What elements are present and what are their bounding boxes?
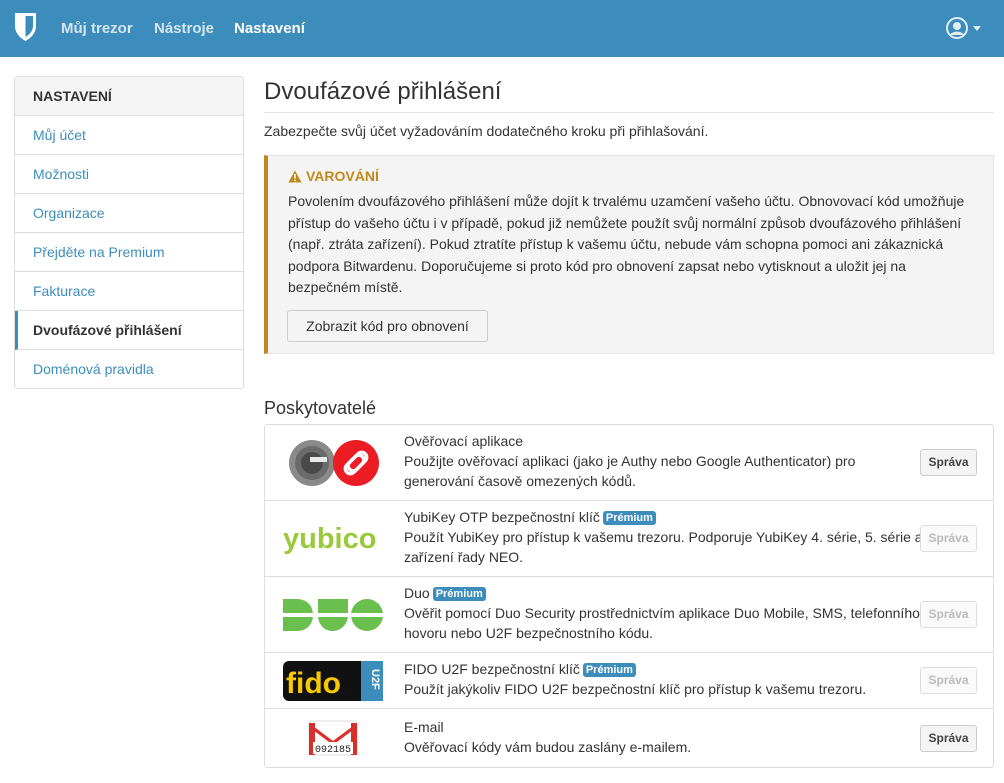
page-title: Dvoufázové přihlášení (264, 78, 502, 105)
premium-badge: Prémium (582, 663, 636, 677)
manage-duo-button[interactable]: Správa (920, 601, 977, 628)
premium-badge: Prémium (602, 511, 656, 525)
gmail-logo: 092185 (308, 720, 358, 756)
warning-title-text: VAROVÁNÍ (306, 168, 379, 184)
sidebar-item-my-account[interactable]: Můj účet (15, 116, 243, 155)
top-navbar: Můj trezor Nástroje Nastavení (0, 0, 1004, 57)
nav-link-tools[interactable]: Nástroje (154, 20, 214, 38)
warning-triangle-icon (288, 170, 302, 183)
provider-text: Duo Prémium Ověřit pomocí Duo Security pr… (404, 583, 924, 643)
provider-name: Duo (404, 585, 430, 601)
provider-description: Použít YubiKey pro přístup k vašemu trez… (404, 529, 923, 565)
provider-name: YubiKey OTP bezpečnostní klíč (404, 509, 600, 525)
title-divider (264, 112, 994, 113)
provider-name: Ověřovací aplikace (404, 433, 524, 449)
gmail-logo-code: 092185 (315, 745, 351, 756)
warning-callout: VAROVÁNÍ Povolením dvoufázového přihláše… (264, 155, 994, 354)
nav-link-my-vault[interactable]: Můj trezor (61, 20, 133, 38)
u2f-logo-text: U2F (369, 669, 381, 690)
duo-logo (283, 599, 383, 631)
yubico-logo-text: yubico (283, 523, 376, 555)
chevron-down-icon (973, 26, 981, 31)
providers-heading: Poskytovatelé (264, 398, 377, 418)
fido-logo-text: fido (286, 667, 341, 700)
provider-row-authenticator: Ověřovací aplikace Použijte ověřovací ap… (265, 425, 993, 501)
manage-yubikey-button[interactable]: Správa (920, 525, 977, 552)
sidebar-item-billing[interactable]: Fakturace (15, 272, 243, 311)
shield-icon[interactable] (14, 12, 37, 42)
sidebar-item-premium[interactable]: Přejděte na Premium (15, 233, 243, 272)
sidebar-item-two-step-login[interactable]: Dvoufázové přihlášení (15, 311, 243, 350)
warning-body: Povolením dvoufázového přihlášení může d… (288, 193, 965, 295)
provider-text: E-mail Ověřovací kódy vám budou zaslány … (404, 717, 924, 757)
authenticator-logo (289, 440, 379, 486)
provider-row-fido-u2f: fido U2F FIDO U2F bezpečnostní klíč Prémi… (265, 653, 993, 709)
provider-row-yubikey: yubico YubiKey OTP bezpečnostní klíč Prém… (265, 501, 993, 577)
provider-description: Použijte ověřovací aplikaci (jako je Aut… (404, 453, 856, 489)
user-menu[interactable] (946, 17, 986, 39)
fido-u2f-logo: fido U2F (283, 661, 383, 701)
provider-row-duo: Duo Prémium Ověřit pomocí Duo Security pr… (265, 577, 993, 653)
sidebar-heading: NASTAVENÍ (15, 77, 243, 116)
sidebar-item-domain-rules[interactable]: Doménová pravidla (15, 350, 243, 388)
sidebar-item-organizations[interactable]: Organizace (15, 194, 243, 233)
provider-name: E-mail (404, 719, 444, 735)
nav-link-settings[interactable]: Nastavení (234, 20, 305, 38)
provider-text: Ověřovací aplikace Použijte ověřovací ap… (404, 431, 924, 491)
user-circle-icon (946, 17, 968, 39)
page-description: Zabezpečte svůj účet vyžadováním dodateč… (264, 123, 709, 139)
manage-fido-u2f-button[interactable]: Správa (920, 667, 977, 694)
settings-sidebar: NASTAVENÍ Můj účet Možnosti Organizace P… (14, 76, 244, 389)
provider-description: Ověřovací kódy vám budou zaslány e-maile… (404, 739, 692, 755)
warning-title: VAROVÁNÍ (288, 167, 379, 185)
yubico-logo: yubico (283, 523, 376, 555)
premium-badge: Prémium (432, 587, 486, 601)
provider-name: FIDO U2F bezpečnostní klíč (404, 661, 580, 677)
provider-text: FIDO U2F bezpečnostní klíč Prémium Použít… (404, 659, 924, 699)
providers-list: Ověřovací aplikace Použijte ověřovací ap… (264, 424, 994, 768)
provider-description: Ověřit pomocí Duo Security prostřednictv… (404, 605, 920, 641)
view-recovery-code-button[interactable]: Zobrazit kód pro obnovení (287, 310, 488, 342)
provider-text: YubiKey OTP bezpečnostní klíč Prémium Pou… (404, 507, 924, 567)
manage-email-button[interactable]: Správa (920, 725, 977, 752)
manage-authenticator-button[interactable]: Správa (920, 449, 977, 476)
sidebar-item-options[interactable]: Možnosti (15, 155, 243, 194)
provider-description: Použít jakýkoliv FIDO U2F bezpečnostní k… (404, 681, 867, 697)
provider-row-email: 092185 E-mail Ověřovací kódy vám budou z… (265, 709, 993, 767)
